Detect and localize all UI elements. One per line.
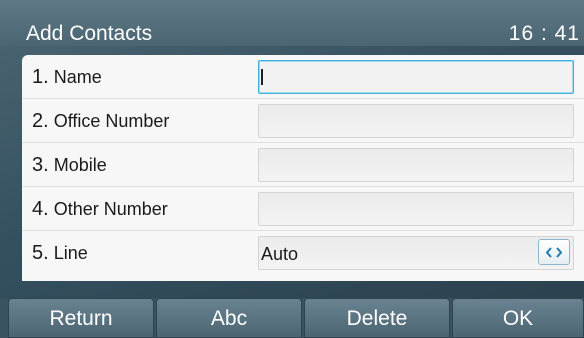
text-cursor <box>261 69 263 85</box>
name-input[interactable] <box>258 60 574 94</box>
form-row-line: 5. Line Auto <box>22 231 584 275</box>
input-mode-button[interactable]: Abc <box>156 298 302 338</box>
phone-screen: Add Contacts 16 : 41 1. Name 2. Office N… <box>0 0 584 338</box>
office-number-input[interactable] <box>258 104 574 138</box>
line-label: 5. Line <box>32 242 88 264</box>
line-switch-button[interactable] <box>538 239 570 265</box>
other-number-label: 4. Other Number <box>32 198 168 220</box>
form-row-office-number: 2. Office Number <box>22 99 584 143</box>
mobile-input[interactable] <box>258 148 574 182</box>
form-row-other-number: 4. Other Number <box>22 187 584 231</box>
ok-button[interactable]: OK <box>452 298 584 338</box>
line-value: Auto <box>261 244 299 264</box>
left-right-arrows-icon <box>546 247 562 258</box>
return-button[interactable]: Return <box>8 298 154 338</box>
title-bar: Add Contacts 16 : 41 <box>0 0 584 46</box>
contact-form: 1. Name 2. Office Number 3. Mobile 4. Ot… <box>22 55 584 281</box>
line-select[interactable]: Auto <box>258 236 574 270</box>
form-row-mobile: 3. Mobile <box>22 143 584 187</box>
softkey-bar: Return Abc Delete OK <box>0 298 584 338</box>
delete-button[interactable]: Delete <box>304 298 450 338</box>
form-row-name: 1. Name <box>22 55 584 99</box>
mobile-label: 3. Mobile <box>32 154 107 176</box>
other-number-input[interactable] <box>258 192 574 226</box>
name-label: 1. Name <box>32 66 102 88</box>
clock: 16 : 41 <box>508 22 580 45</box>
page-title: Add Contacts <box>26 22 153 45</box>
office-number-label: 2. Office Number <box>32 110 170 132</box>
